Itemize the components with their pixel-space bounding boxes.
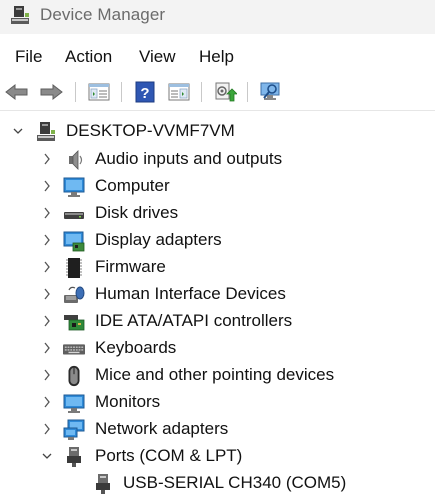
port-plug-icon: [96, 474, 110, 494]
toolbar-separator: [75, 82, 76, 102]
properties-pane-button[interactable]: [166, 79, 192, 105]
tree-item-firmware[interactable]: Firmware: [0, 254, 435, 281]
properties-pane-icon: [168, 83, 190, 101]
tree-item-audio[interactable]: Audio inputs and outputs: [0, 146, 435, 173]
chevron-right-icon[interactable]: [41, 232, 53, 248]
tree-item-label: Mice and other pointing devices: [95, 365, 335, 384]
back-arrow-icon: [5, 83, 28, 101]
chevron-down-icon[interactable]: [41, 448, 53, 464]
chevron-right-icon[interactable]: [41, 421, 53, 437]
toolbar-separator: [247, 82, 248, 102]
help-icon: ?: [135, 81, 155, 103]
hid-icon: [64, 286, 85, 303]
chevron-right-icon[interactable]: [41, 394, 53, 410]
chevron-right-icon[interactable]: [41, 151, 53, 167]
toolbar-separator: [201, 82, 202, 102]
forward-button[interactable]: [38, 79, 64, 105]
tree-item-label: Audio inputs and outputs: [95, 149, 283, 168]
chevron-right-icon[interactable]: [41, 205, 53, 221]
tree-item-label: USB-SERIAL CH340 (COM5): [123, 473, 347, 492]
tree-item-disk-drives[interactable]: Disk drives: [0, 200, 435, 227]
back-button[interactable]: [4, 79, 30, 105]
tree-item-label: Ports (COM & LPT): [95, 446, 243, 465]
toolbar: ?: [0, 74, 435, 111]
chevron-right-icon[interactable]: [41, 259, 53, 275]
chevron-right-icon[interactable]: [41, 313, 53, 329]
tree-item-mice[interactable]: Mice and other pointing devices: [0, 362, 435, 389]
tree-root-label: DESKTOP-VVMF7VM: [66, 121, 235, 140]
monitor-icon: [63, 394, 85, 413]
tree-item-ports[interactable]: Ports (COM & LPT): [0, 443, 435, 470]
tree-item-computer[interactable]: Computer: [0, 173, 435, 200]
tree-item-human-interface-devices[interactable]: Human Interface Devices: [0, 281, 435, 308]
tree-item-label: Disk drives: [95, 203, 179, 222]
tree-item-label: Firmware: [95, 257, 166, 276]
toolbar-separator: [121, 82, 122, 102]
title-bar: Device Manager: [0, 0, 435, 34]
svg-text:?: ?: [140, 85, 149, 102]
window-title: Device Manager: [40, 5, 166, 24]
monitor-icon: [63, 177, 85, 197]
tree-item-label: Human Interface Devices: [95, 284, 286, 303]
update-driver-button[interactable]: [212, 79, 238, 105]
show-hide-console-tree-button[interactable]: [86, 79, 112, 105]
port-plug-icon: [67, 447, 81, 467]
tree-item-label: IDE ATA/ATAPI controllers: [95, 311, 293, 330]
chevron-right-icon[interactable]: [41, 367, 53, 383]
disk-drive-icon: [64, 212, 84, 219]
tree-item-display-adapters[interactable]: Display adapters: [0, 227, 435, 254]
chevron-down-icon[interactable]: [12, 123, 24, 139]
help-button[interactable]: ?: [132, 79, 158, 105]
tree-item-network-adapters[interactable]: Network adapters: [0, 416, 435, 443]
display-adapter-icon: [63, 231, 85, 252]
network-adapter-icon: [63, 419, 85, 440]
menu-bar: File Action View Help: [0, 40, 435, 70]
tree-item-keyboards[interactable]: Keyboards: [0, 335, 435, 362]
menu-action[interactable]: Action: [65, 45, 112, 69]
chevron-right-icon[interactable]: [41, 178, 53, 194]
menu-help[interactable]: Help: [199, 45, 234, 69]
update-driver-icon: [215, 82, 237, 102]
menu-file[interactable]: File: [15, 45, 42, 69]
scan-hardware-changes-button[interactable]: [258, 79, 284, 105]
chevron-right-icon[interactable]: [41, 286, 53, 302]
tree-item-ide-ata-atapi-controllers[interactable]: IDE ATA/ATAPI controllers: [0, 308, 435, 335]
show-hide-console-tree-icon: [88, 83, 110, 101]
ide-controller-icon: [64, 315, 85, 331]
tree-item-monitors[interactable]: Monitors: [0, 389, 435, 416]
device-manager-icon: [11, 6, 29, 24]
tree-item-label: Network adapters: [95, 419, 229, 438]
menu-view[interactable]: View: [139, 45, 176, 69]
tree-item-label: Display adapters: [95, 230, 222, 249]
chip-icon: [66, 258, 82, 278]
tree-root-item[interactable]: DESKTOP-VVMF7VM: [0, 118, 435, 145]
tree-item-usb-serial-ch340[interactable]: USB-SERIAL CH340 (COM5): [0, 470, 435, 497]
tree-item-label: Keyboards: [95, 338, 177, 357]
forward-arrow-icon: [40, 83, 63, 101]
scan-hardware-changes-icon: [260, 82, 280, 100]
computer-tower-icon: [37, 122, 55, 141]
tree-item-label: Monitors: [95, 392, 161, 411]
speaker-icon: [69, 150, 83, 170]
tree-item-label: Computer: [95, 176, 170, 195]
keyboard-icon: [63, 344, 85, 355]
mouse-icon: [68, 365, 80, 387]
chevron-right-icon[interactable]: [41, 340, 53, 356]
